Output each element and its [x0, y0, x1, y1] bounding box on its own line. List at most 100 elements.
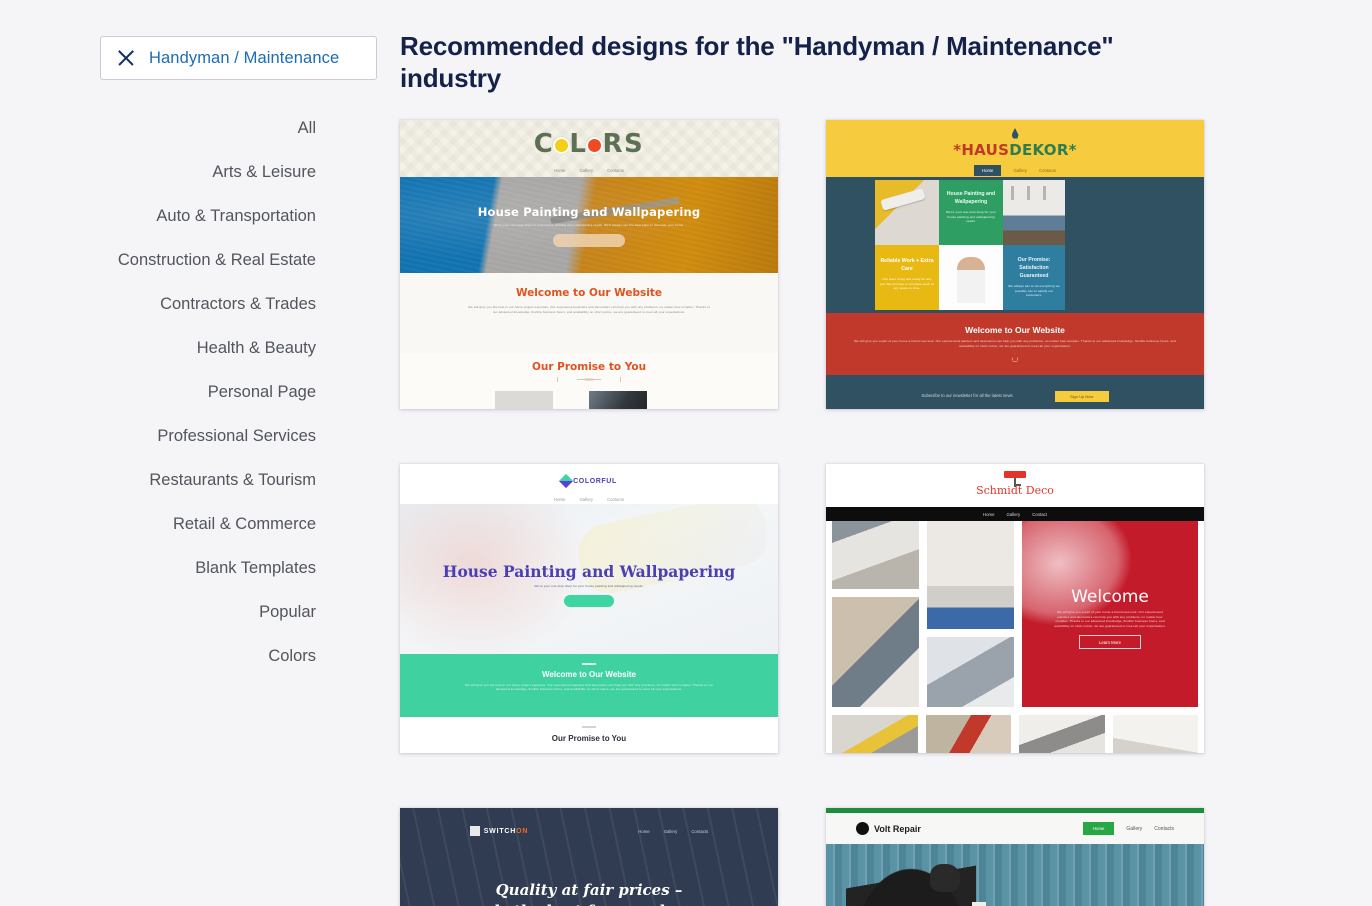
- switchon-hero-line2: only the best for your home: [400, 901, 778, 906]
- schmidt-nav-gallery[interactable]: Gallery: [1007, 512, 1021, 517]
- template-card-hausdekor[interactable]: *HAUSDEKOR* Home Gallery Contacts House …: [826, 120, 1204, 409]
- gallery-photo: [925, 715, 1011, 753]
- hausdekor-logo-part1: *HAUS: [953, 141, 1010, 159]
- volt-nav-contacts[interactable]: Contacts: [1154, 826, 1174, 832]
- colors-hero: House Painting and Wallpapering We're yo…: [400, 177, 778, 273]
- colors-hero-heading: House Painting and Wallpapering: [477, 205, 701, 219]
- volt-logo-text: Volt Repair: [874, 823, 921, 834]
- schmidt-nav-home[interactable]: Home: [983, 512, 994, 517]
- active-filter-label: Handyman / Maintenance: [149, 48, 340, 67]
- switchon-logo-part2: ON: [516, 827, 529, 835]
- hausdekor-nav[interactable]: Home Gallery Contacts: [826, 165, 1204, 176]
- template-grid: C L RS Home Gallery Contacts House Paintin…: [400, 120, 1332, 906]
- colorful-welcome-heading: Welcome to Our Website: [542, 669, 636, 679]
- hausdekor-logo-part2: DEKOR*: [1009, 141, 1077, 159]
- sidebar-item-auto-transportation[interactable]: Auto & Transportation: [156, 194, 316, 238]
- schmidt-gallery-bottom: [826, 707, 1204, 753]
- interior-photo: [1003, 180, 1065, 245]
- colors-nav-gallery[interactable]: Gallery: [579, 168, 593, 173]
- colorful-nav-home[interactable]: Home: [554, 497, 565, 502]
- circle-logo-icon: [856, 822, 869, 835]
- colors-welcome-heading: Welcome to Our Website: [515, 287, 663, 299]
- sidebar-item-professional-services[interactable]: Professional Services: [157, 414, 316, 458]
- volt-hero-photo: [826, 844, 1204, 906]
- switchon-hero-line1: Quality at fair prices –: [495, 881, 683, 899]
- hausdekor-nav-contacts[interactable]: Contacts: [1039, 168, 1056, 173]
- template-card-schmidt-deco[interactable]: Schmidt Deco Home Gallery Contact Welcom…: [826, 464, 1204, 753]
- colors-nav-home[interactable]: Home: [554, 168, 565, 173]
- colorful-promise-heading: Our Promise to You: [551, 733, 627, 743]
- hausdekor-card-green-heading: House Painting and Wallpapering: [946, 191, 996, 205]
- gallery-photo: [832, 521, 919, 589]
- divider-icon: [582, 663, 596, 665]
- hausdekor-welcome-heading: Welcome to Our Website: [965, 325, 1065, 335]
- volt-header: Volt Repair Home Gallery Contacts: [826, 813, 1204, 844]
- active-filter-chip[interactable]: Handyman / Maintenance: [100, 36, 377, 80]
- sidebar-item-health-beauty[interactable]: Health & Beauty: [197, 326, 316, 370]
- colors-promise-section: Our Promise to You: [400, 353, 778, 409]
- colorful-nav[interactable]: Home Gallery Contacts: [400, 497, 778, 502]
- colors-nav-contacts[interactable]: Contacts: [607, 168, 624, 173]
- sidebar-item-retail-commerce[interactable]: Retail & Commerce: [173, 502, 316, 546]
- hausdekor-card-yellow: Reliable Work + Extra Care Our team is b…: [875, 245, 939, 310]
- paint-drop-outline-icon: [1012, 353, 1018, 362]
- colorful-hero-heading: House Painting and Wallpapering: [442, 562, 736, 581]
- colorful-nav-contacts[interactable]: Contacts: [607, 497, 624, 502]
- gallery-photo: [927, 637, 1014, 707]
- switchon-logo-part1: SWITCH: [483, 827, 517, 835]
- volt-nav[interactable]: Home Gallery Contacts: [1082, 822, 1174, 835]
- schmidt-gallery: Welcome We will give you a part of your …: [826, 521, 1204, 707]
- switchon-nav-gallery[interactable]: Gallery: [664, 829, 678, 834]
- colorful-hero-text: We're your one-stop shop for your house …: [534, 584, 644, 588]
- switchon-nav-contacts[interactable]: Contacts: [691, 829, 708, 834]
- schmidt-nav[interactable]: Home Gallery Contact: [826, 507, 1204, 521]
- schmidt-learn-more-button[interactable]: Learn More: [1079, 635, 1141, 650]
- templates-gallery-page: Handyman / Maintenance All Arts & Leisur…: [0, 0, 1372, 906]
- switchon-nav[interactable]: Home Gallery Contacts: [638, 829, 708, 834]
- square-logo-icon: [469, 826, 480, 836]
- schmidt-welcome-panel: Welcome We will give you a part of your …: [1022, 521, 1198, 707]
- colorful-welcome: Welcome to Our Website We will give you …: [400, 654, 778, 717]
- schmidt-welcome-heading: Welcome: [1071, 587, 1149, 607]
- sidebar-item-blank-templates[interactable]: Blank Templates: [195, 546, 316, 590]
- gallery-photo: [832, 715, 918, 753]
- sidebar-item-restaurants-tourism[interactable]: Restaurants & Tourism: [149, 458, 316, 502]
- template-card-colorful[interactable]: COLORFUL Home Gallery Contacts House Pai…: [400, 464, 778, 753]
- colorful-logo: COLORFUL: [559, 473, 617, 489]
- template-card-colors[interactable]: C L RS Home Gallery Contacts House Paintin…: [400, 120, 778, 409]
- hausdekor-card-yellow-text: Our team is big and ready for any job. W…: [880, 277, 934, 291]
- colorful-nav-gallery[interactable]: Gallery: [579, 497, 593, 502]
- colors-hero-button[interactable]: [553, 233, 625, 247]
- switchon-header: SWITCHON Home Gallery Contacts: [400, 826, 778, 836]
- colorful-promise: Our Promise to You: [400, 717, 778, 753]
- schmidt-welcome-text: We will give you a part of your home a b…: [1054, 610, 1166, 628]
- colors-hero-text: We're your one-stop shop for your house …: [493, 223, 685, 227]
- paint-drop-icon: [1011, 128, 1019, 139]
- sidebar-item-popular[interactable]: Popular: [259, 590, 316, 634]
- close-x-icon[interactable]: [115, 47, 137, 69]
- colors-welcome-text: We will give you the best in our home pr…: [468, 305, 710, 314]
- hausdekor-nav-gallery[interactable]: Gallery: [1013, 168, 1027, 173]
- switchon-nav-home[interactable]: Home: [638, 829, 649, 834]
- template-card-volt-repair[interactable]: Volt Repair Home Gallery Contacts: [826, 808, 1204, 906]
- volt-nav-home[interactable]: Home: [1082, 822, 1115, 835]
- sidebar-item-arts-leisure[interactable]: Arts & Leisure: [212, 150, 316, 194]
- colorful-hero-button[interactable]: [564, 594, 614, 607]
- sidebar-item-personal-page[interactable]: Personal Page: [208, 370, 316, 414]
- hausdekor-card-blue-heading: Our Promise: Satisfaction Guaranteed: [1017, 257, 1051, 279]
- sidebar-item-construction-real-estate[interactable]: Construction & Real Estate: [118, 238, 316, 282]
- colors-welcome-section: Welcome to Our Website We will give you …: [400, 273, 778, 353]
- hausdekor-footer: Subscribe to our newsletter for all the …: [826, 375, 1204, 409]
- schmidt-header: Schmidt Deco: [826, 464, 1204, 507]
- hausdekor-signup-button[interactable]: Sign Up Now: [1054, 390, 1109, 402]
- colors-promise-images: [495, 391, 647, 409]
- colors-nav[interactable]: Home Gallery Contacts: [554, 168, 624, 173]
- volt-nav-gallery[interactable]: Gallery: [1126, 826, 1142, 832]
- template-card-switchon[interactable]: SWITCHON Home Gallery Contacts Quality a…: [400, 808, 778, 906]
- sidebar-item-contractors-trades[interactable]: Contractors & Trades: [160, 282, 316, 326]
- schmidt-nav-contact[interactable]: Contact: [1032, 512, 1047, 517]
- hausdekor-nav-home[interactable]: Home: [973, 165, 1002, 176]
- sidebar-item-colors[interactable]: Colors: [268, 634, 316, 678]
- sidebar-item-all[interactable]: All: [298, 106, 316, 150]
- divider-dark-icon: [582, 726, 596, 728]
